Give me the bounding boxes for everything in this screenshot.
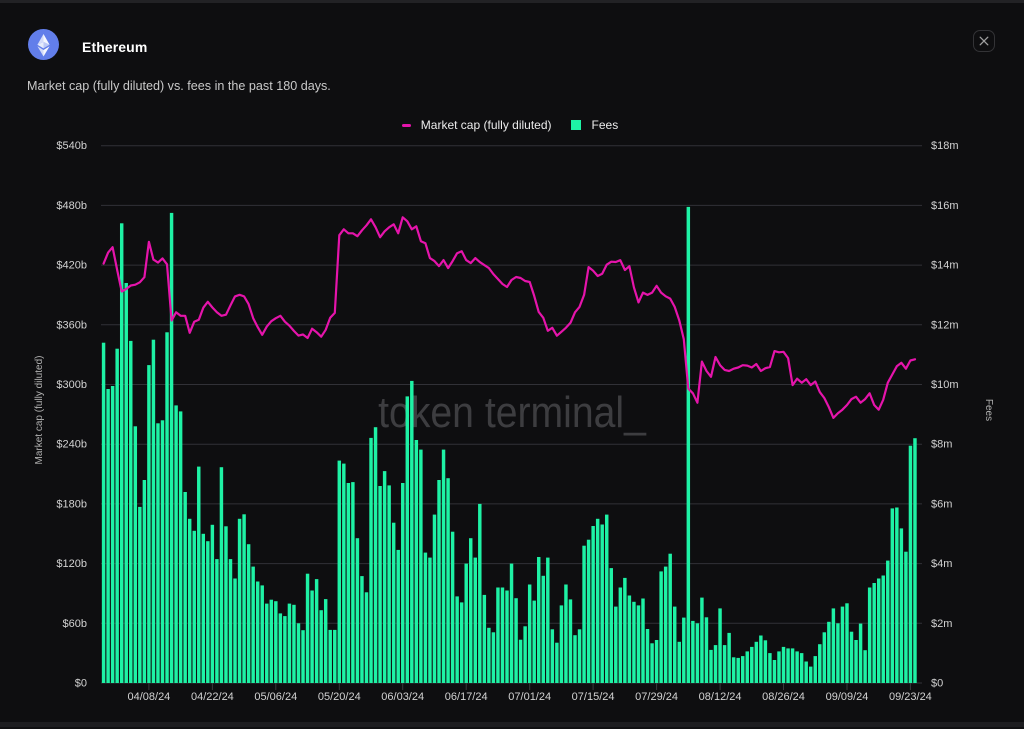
svg-text:05/06/24: 05/06/24 xyxy=(254,691,297,703)
svg-text:$540b: $540b xyxy=(56,140,87,152)
svg-text:06/03/24: 06/03/24 xyxy=(381,691,424,703)
svg-text:$16m: $16m xyxy=(931,200,959,212)
svg-text:$120b: $120b xyxy=(56,558,87,570)
svg-text:07/15/24: 07/15/24 xyxy=(572,691,615,703)
svg-text:$4m: $4m xyxy=(931,558,952,570)
svg-text:05/20/24: 05/20/24 xyxy=(318,691,361,703)
svg-text:$10m: $10m xyxy=(931,379,959,391)
svg-text:04/22/24: 04/22/24 xyxy=(191,691,234,703)
svg-text:token terminal_: token terminal_ xyxy=(378,387,646,437)
svg-text:Market cap (fully diluted): Market cap (fully diluted) xyxy=(34,356,45,465)
svg-text:$2m: $2m xyxy=(931,618,952,630)
svg-text:09/23/24: 09/23/24 xyxy=(889,691,932,703)
svg-text:$14m: $14m xyxy=(931,260,959,272)
svg-text:$420b: $420b xyxy=(56,260,87,272)
svg-text:$12m: $12m xyxy=(931,319,959,331)
svg-text:$360b: $360b xyxy=(56,319,87,331)
svg-text:$8m: $8m xyxy=(931,439,952,451)
svg-text:$180b: $180b xyxy=(56,498,87,510)
svg-text:$0: $0 xyxy=(75,678,87,690)
svg-text:$18m: $18m xyxy=(931,140,959,152)
svg-text:09/09/24: 09/09/24 xyxy=(826,691,869,703)
svg-text:$6m: $6m xyxy=(931,498,952,510)
svg-text:06/17/24: 06/17/24 xyxy=(445,691,488,703)
svg-text:08/12/24: 08/12/24 xyxy=(699,691,742,703)
svg-text:$0: $0 xyxy=(931,678,943,690)
svg-text:08/26/24: 08/26/24 xyxy=(762,691,805,703)
svg-text:$480b: $480b xyxy=(56,200,87,212)
svg-text:07/29/24: 07/29/24 xyxy=(635,691,678,703)
svg-text:$240b: $240b xyxy=(56,439,87,451)
svg-text:04/08/24: 04/08/24 xyxy=(127,691,170,703)
svg-text:$300b: $300b xyxy=(56,379,87,391)
svg-text:07/01/24: 07/01/24 xyxy=(508,691,551,703)
svg-text:$60b: $60b xyxy=(63,618,87,630)
svg-text:Fees: Fees xyxy=(983,399,994,421)
